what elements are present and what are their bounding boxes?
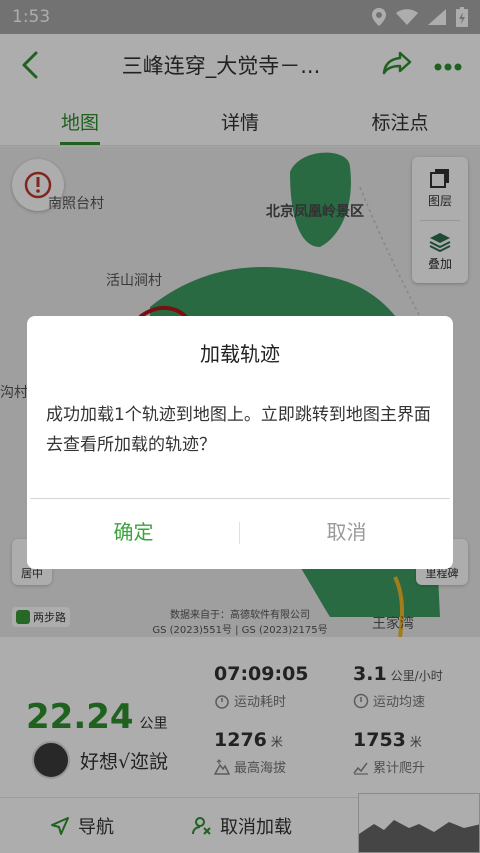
confirm-button[interactable]: 确定: [27, 516, 240, 545]
dialog-title: 加载轨迹: [200, 342, 280, 366]
load-track-dialog: 加载轨迹 成功加载1个轨迹到地图上。立即跳转到地图主界面去查看所加载的轨迹？ 确…: [27, 316, 453, 569]
dialog-divider: [30, 498, 450, 499]
dialog-message: 成功加载1个轨迹到地图上。立即跳转到地图主界面去查看所加载的轨迹？: [46, 405, 431, 455]
cancel-button[interactable]: 取消: [240, 516, 453, 545]
